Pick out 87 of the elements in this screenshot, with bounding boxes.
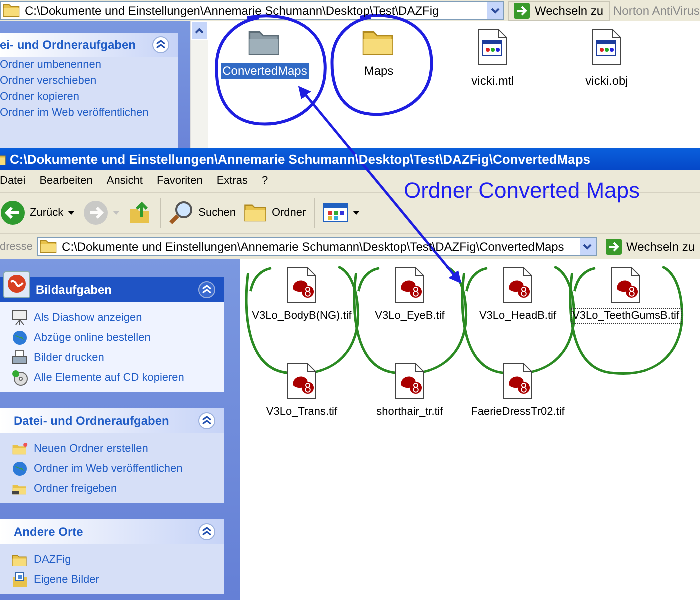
scrollbar[interactable] [190,21,208,148]
image-file-icon [611,267,641,304]
document-icon [478,29,508,66]
task-link[interactable]: Eigene Bilder [34,574,100,586]
arrow-left-icon [0,200,26,226]
caret-icon [68,211,75,215]
task-link[interactable]: Abzüge online bestellen [34,332,151,344]
address-field[interactable]: C:\Dokumente und Einstellungen\Annemarie Schumann\Desktop\Test\DAZFig [0,1,504,20]
file-name[interactable]: vicki.obj [584,73,630,89]
image-file-icon [395,267,425,304]
folder-icon [12,554,28,566]
collapse-icon[interactable] [198,522,216,540]
search-icon [168,200,195,226]
task-link[interactable]: Alle Elemente auf CD kopieren [34,372,184,384]
address-label: dresse [0,240,34,252]
folders-button[interactable]: Ordner [240,201,310,225]
file-name[interactable]: shorthair_tr.tif [374,404,446,420]
folder-up-icon [128,201,152,225]
file-name[interactable]: V3Lo_Trans.tif [264,404,340,420]
task-link[interactable]: Bilder drucken [34,352,104,364]
file-name[interactable]: V3Lo_BodyB(NG).tif [250,308,354,324]
chevron-down-icon [490,8,500,14]
task-link[interactable]: DAZFig [34,554,72,566]
file-name[interactable]: V3Lo_EyeB.tif [373,308,447,324]
globe-icon [12,330,28,346]
dropdown-button[interactable] [580,238,596,255]
image-file-icon [395,363,425,400]
panel-title: ei- und Ordneraufgaben [0,38,136,52]
collapse-icon[interactable] [198,280,216,298]
back-button[interactable]: Zurück [0,198,78,228]
image-file-icon [503,363,533,400]
annotation-caption: Ordner Converted Maps [404,178,640,204]
arrow-right-icon [82,200,109,226]
image-file-icon [287,363,317,400]
toolbar-label: Norton AntiVirus [614,4,700,18]
menu-item[interactable]: Favoriten [150,175,210,187]
globe-icon [12,461,28,477]
menu-item[interactable]: Datei [0,175,33,187]
photo-folder-icon [12,572,28,588]
menu-item[interactable]: ? [255,175,276,187]
folder-icon [40,239,58,254]
scroll-up-button[interactable] [191,21,208,40]
collapse-icon[interactable] [198,412,216,430]
task-link[interactable]: Ordner kopieren [0,89,178,105]
folder-icon [244,203,268,223]
folder-icon [248,29,282,56]
menu-item[interactable]: Bearbeiten [32,175,100,187]
file-name[interactable]: V3Lo_HeadB.tif [477,308,559,324]
arrow-right-icon [514,2,530,18]
panel-title: Bildaufgaben [36,282,114,296]
caret-icon [353,211,360,215]
photo-icon [2,270,32,300]
views-icon [323,203,350,223]
file-name[interactable]: Maps [362,63,396,80]
folder-icon [3,3,21,18]
panel-title: Andere Orte [14,524,84,538]
task-link[interactable]: Ordner im Web veröffentlichen [34,463,183,475]
window-title: C:\Dokumente und Einstellungen\Annemarie Schumann\Desktop\Test\DAZFig\ConvertedMaps [10,152,590,166]
printer-icon [12,350,28,366]
chevron-up-icon [195,28,204,34]
panel-title: Datei- und Ordneraufgaben [14,414,170,428]
image-file-icon [503,267,533,304]
task-link[interactable]: Neuen Ordner erstellen [34,443,148,455]
menu-item[interactable]: Ansicht [100,175,150,187]
file-name[interactable]: vicki.mtl [470,73,516,89]
task-link[interactable]: Ordner verschieben [0,73,178,89]
menu-item[interactable]: Extras [210,175,256,187]
chevron-down-icon [583,244,592,250]
new-folder-icon [12,442,28,456]
folder-icon [362,29,396,56]
search-button[interactable]: Suchen [166,198,239,228]
task-link[interactable]: Ordner umbenennen [0,57,178,73]
go-button[interactable]: Wechseln zu [508,0,610,20]
shared-folder-icon [12,482,28,496]
task-link[interactable]: Als Diashow anzeigen [34,312,142,324]
image-file-icon [287,267,317,304]
caret-icon [112,211,120,215]
projector-screen-icon [12,310,28,326]
file-name[interactable]: ConvertedMaps [220,63,310,80]
cd-icon [12,370,28,386]
document-icon [592,29,622,66]
task-link[interactable]: Ordner im Web veröffentlichen [0,105,178,121]
dropdown-button[interactable] [487,2,504,19]
file-name[interactable]: FaerieDressTr02.tif [469,404,567,420]
collapse-icon[interactable] [152,36,170,54]
task-link[interactable]: Ordner freigeben [34,483,118,495]
arrow-right-icon [606,238,622,254]
